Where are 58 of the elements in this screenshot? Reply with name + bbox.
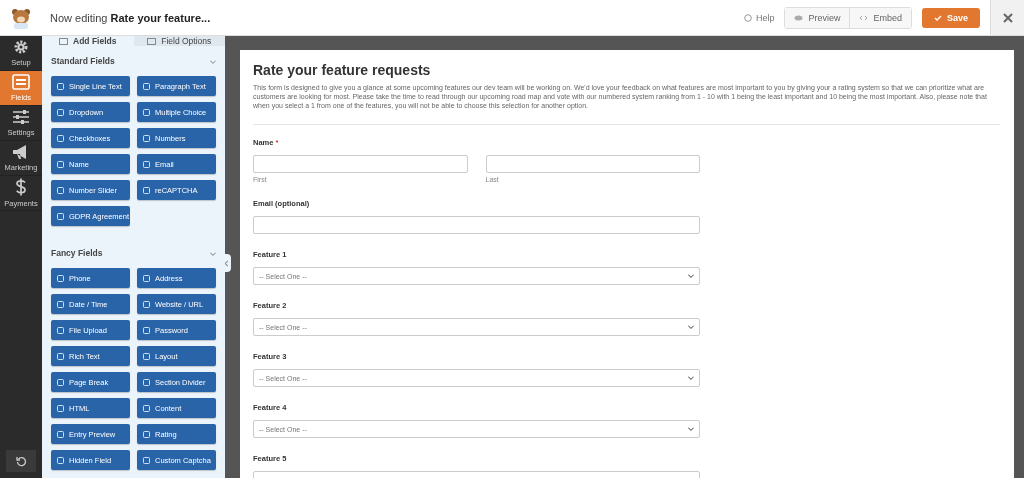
square-icon <box>57 274 64 282</box>
dollar-icon <box>15 178 27 196</box>
chevron-down-icon <box>687 272 694 280</box>
square-icon <box>57 160 64 168</box>
square-icon <box>59 37 68 45</box>
chevron-down-icon <box>209 251 216 258</box>
editing-title: Now editing Rate your feature... <box>50 11 212 24</box>
history-icon <box>15 455 27 467</box>
code-icon <box>859 14 869 21</box>
input-field[interactable] <box>253 216 700 234</box>
square-icon <box>143 134 150 142</box>
square-icon <box>143 326 150 334</box>
square-icon <box>57 300 64 308</box>
square-icon <box>143 160 150 168</box>
square-icon <box>143 108 150 116</box>
square-icon <box>57 108 64 116</box>
gear-icon <box>13 39 29 55</box>
form-icon <box>12 74 30 90</box>
square-icon <box>57 378 64 386</box>
chevron-down-icon <box>687 323 694 331</box>
embed-button[interactable]: Embed <box>849 7 911 28</box>
save-button[interactable]: Save <box>921 7 980 28</box>
chevron-down-icon <box>687 374 694 382</box>
square-icon <box>57 212 64 220</box>
square-icon <box>143 82 150 90</box>
square-icon <box>143 274 150 282</box>
section-title: Fancy Fields <box>51 248 103 258</box>
square-icon <box>57 326 64 334</box>
close-icon <box>1002 12 1013 23</box>
close-button[interactable] <box>990 0 1024 35</box>
help-link[interactable]: Help <box>743 12 775 23</box>
square-icon <box>143 186 150 194</box>
square-icon <box>143 300 150 308</box>
chevron-left-icon <box>225 259 230 267</box>
preview-button[interactable]: Preview <box>785 7 850 28</box>
square-icon <box>57 404 64 412</box>
square-icon <box>143 352 150 360</box>
history-button[interactable] <box>6 450 36 472</box>
square-icon <box>147 37 157 45</box>
square-icon <box>143 378 150 386</box>
square-icon <box>57 456 64 464</box>
input-field[interactable] <box>253 155 468 173</box>
sliders-icon <box>12 109 30 125</box>
input-field[interactable] <box>485 155 700 173</box>
panel-tab[interactable]: Field Options <box>133 36 225 46</box>
form-title: Rate your feature requests <box>253 62 432 78</box>
chevron-down-icon <box>687 425 694 433</box>
square-icon <box>143 404 150 412</box>
square-icon <box>143 430 150 438</box>
square-icon <box>57 186 64 194</box>
section-title: Standard Fields <box>51 56 115 66</box>
square-icon <box>57 352 64 360</box>
square-icon <box>57 430 64 438</box>
check-icon <box>933 14 942 21</box>
chevron-down-icon <box>209 59 216 66</box>
square-icon <box>57 82 64 90</box>
square-icon <box>143 456 150 464</box>
square-icon <box>57 134 64 142</box>
